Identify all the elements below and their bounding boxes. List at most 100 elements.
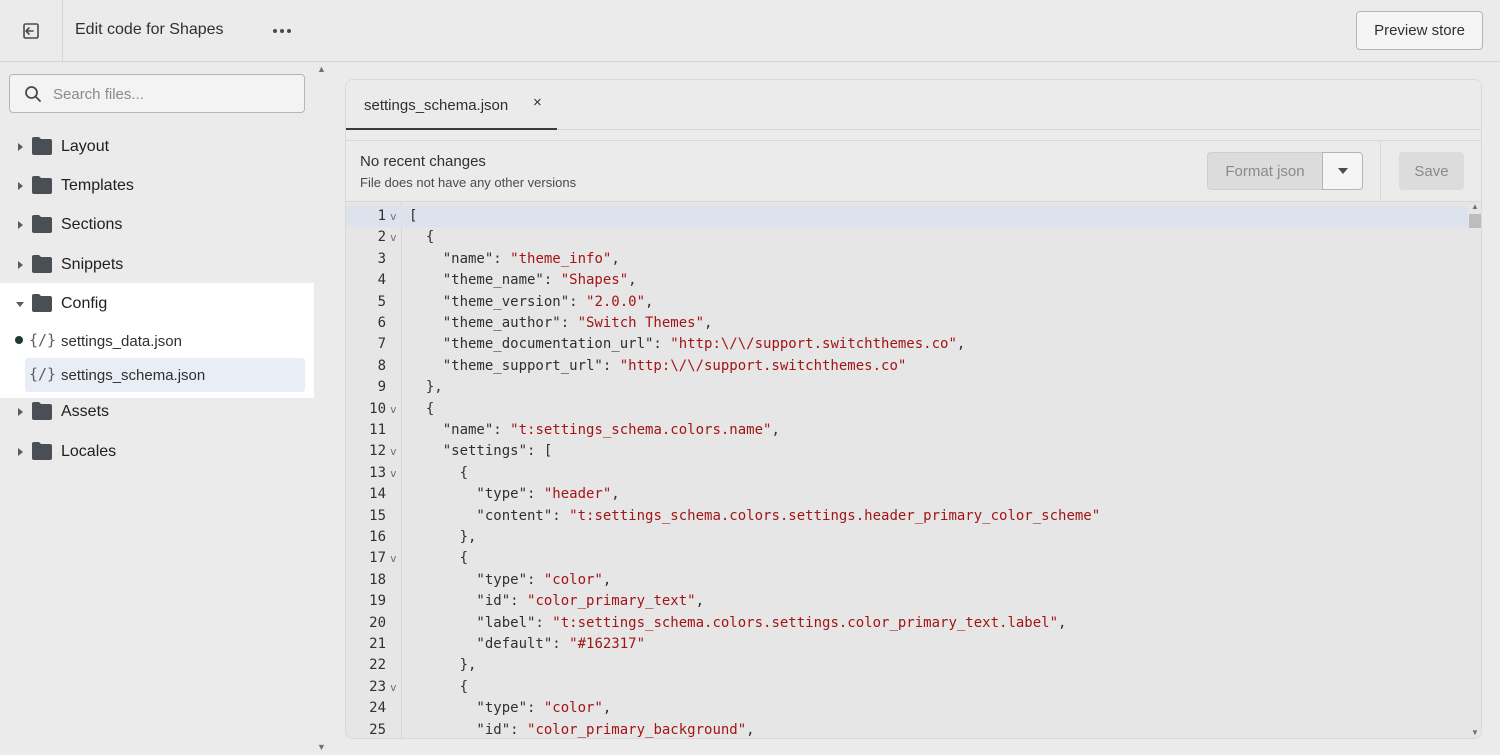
line-number: 12 (369, 443, 386, 460)
code-line[interactable]: 7 "theme_documentation_url": "http:\/\/s… (346, 334, 1468, 355)
folder-label: Config (61, 295, 108, 312)
code-line[interactable]: 8 "theme_support_url": "http:\/\/support… (346, 356, 1468, 377)
code-text: "name": "theme_info", (409, 250, 620, 267)
caret-right-icon (18, 261, 23, 269)
folder-label: Snippets (61, 256, 124, 273)
code-line[interactable]: 20 "label": "t:settings_schema.colors.se… (346, 613, 1468, 634)
version-status: File does not have any other versions (360, 175, 577, 190)
code-line[interactable]: 3 "name": "theme_info", (346, 249, 1468, 270)
folder-sections[interactable]: Sections (0, 207, 314, 243)
code-line[interactable]: 13 v { (346, 463, 1468, 484)
folder-templates[interactable]: Templates (0, 168, 314, 204)
code-line[interactable]: 24 "type": "color", (346, 698, 1468, 719)
line-number: 8 (377, 357, 386, 374)
divider (1380, 141, 1381, 203)
scroll-up-arrow-icon[interactable]: ▲ (1471, 202, 1479, 211)
file-settings-schema[interactable]: {/} settings_schema.json (25, 358, 305, 392)
folder-layout[interactable]: Layout (0, 129, 314, 165)
format-json-button[interactable]: Format json (1207, 152, 1323, 190)
code-scrollbar[interactable]: ▲ ▼ (1468, 202, 1481, 738)
code-line[interactable]: 22 }, (346, 655, 1468, 676)
fold-chevron-icon[interactable]: v (390, 206, 397, 227)
code-text: }, (409, 657, 477, 674)
code-line[interactable]: 23 v { (346, 677, 1468, 698)
code-text: "id": "color_primary_background", (409, 721, 755, 738)
code-line[interactable]: 6 "theme_author": "Switch Themes", (346, 313, 1468, 334)
fold-chevron-icon[interactable]: v (390, 677, 397, 698)
format-options-dropdown[interactable] (1322, 152, 1363, 190)
top-bar: Edit code for Shapes Preview store (0, 0, 1500, 62)
folder-label: Layout (61, 138, 110, 155)
preview-store-button[interactable]: Preview store (1356, 11, 1483, 50)
scroll-down-arrow-icon[interactable]: ▼ (317, 742, 326, 752)
scroll-down-arrow-icon[interactable]: ▼ (1471, 728, 1479, 737)
spacer (346, 130, 1481, 140)
line-number: 13 (369, 464, 386, 481)
tab-settings-schema[interactable]: settings_schema.json × (346, 80, 557, 130)
folder-snippets[interactable]: Snippets (0, 247, 314, 283)
code-line[interactable]: 5 "theme_version": "2.0.0", (346, 292, 1468, 313)
folder-icon (32, 402, 52, 420)
line-number: 25 (369, 721, 386, 738)
folder-config[interactable]: Config (0, 286, 314, 322)
line-number: 10 (369, 400, 386, 417)
folder-label: Locales (61, 443, 117, 460)
file-sidebar: Layout Templates Sections Snippets Confi… (0, 62, 314, 755)
fold-chevron-icon[interactable]: v (390, 441, 397, 462)
search-field[interactable] (9, 74, 305, 113)
line-number: 1 (377, 208, 386, 224)
file-settings-data[interactable]: {/} settings_data.json (25, 324, 305, 358)
fold-chevron-icon[interactable]: v (390, 399, 397, 420)
code-line[interactable]: 14 "type": "header", (346, 484, 1468, 505)
code-line[interactable]: 19 "id": "color_primary_text", (346, 591, 1468, 612)
code-text: { (409, 400, 435, 417)
code-text: { (409, 550, 469, 567)
scroll-thumb[interactable] (1469, 214, 1481, 228)
change-status: No recent changes (360, 153, 486, 170)
save-button[interactable]: Save (1399, 152, 1464, 190)
code-line[interactable]: 15 "content": "t:settings_schema.colors.… (346, 506, 1468, 527)
scroll-up-arrow-icon[interactable]: ▲ (317, 64, 326, 74)
fold-chevron-icon[interactable]: v (390, 227, 397, 248)
search-icon (25, 86, 41, 102)
search-input[interactable] (53, 83, 293, 105)
folder-label: Assets (61, 403, 110, 420)
code-text: "default": "#162317" (409, 636, 646, 652)
line-number: 5 (377, 293, 386, 310)
line-number: 16 (369, 529, 386, 545)
caret-right-icon (18, 143, 23, 151)
editor-panel: settings_schema.json × No recent changes… (345, 79, 1482, 739)
code-line[interactable]: 17 v { (346, 548, 1468, 569)
code-line[interactable]: 2v { (346, 227, 1468, 248)
folder-assets[interactable]: Assets (0, 394, 314, 430)
folder-icon (32, 176, 52, 194)
code-line[interactable]: 16 }, (346, 527, 1468, 548)
line-number: 24 (369, 700, 386, 717)
code-editor[interactable]: ▲ ▼ 1 v[2 v {3 "name": "theme_info", 4 "the… (346, 202, 1481, 738)
code-text: "content": "t:settings_schema.colors.set… (409, 507, 1101, 524)
code-line[interactable]: 12 v "settings": [ (346, 441, 1468, 462)
code-line[interactable]: 11 "name": "t:settings_schema.colors.nam… (346, 420, 1468, 441)
fold-chevron-icon[interactable]: v (390, 548, 397, 569)
tab-bar: settings_schema.json × (346, 80, 1481, 130)
code-line[interactable]: 9 }, (346, 377, 1468, 398)
config-folder-group: Config {/} settings_data.json {/} settin… (0, 283, 314, 398)
code-line[interactable]: 21 "default": "#162317" (346, 634, 1468, 655)
line-number: 3 (377, 250, 386, 267)
close-tab-icon[interactable]: × (533, 94, 542, 111)
file-info-bar: No recent changes File does not have any… (346, 140, 1481, 203)
exit-button[interactable] (0, 0, 63, 62)
code-line[interactable]: 25 "id": "color_primary_background", (346, 720, 1468, 738)
fold-chevron-icon[interactable]: v (390, 463, 397, 484)
modified-indicator (15, 336, 23, 344)
sidebar-scrollbar[interactable]: ▲ ▼ (314, 62, 328, 755)
code-line[interactable]: 18 "type": "color", (346, 570, 1468, 591)
code-line[interactable]: 4 "theme_name": "Shapes", (346, 270, 1468, 291)
more-actions-button[interactable] (266, 18, 298, 44)
folder-locales[interactable]: Locales (0, 434, 314, 470)
code-line[interactable]: 10 v { (346, 399, 1468, 420)
folder-label: Templates (61, 177, 134, 194)
code-text: "id": "color_primary_text", (409, 593, 705, 610)
code-text: [ (409, 208, 418, 224)
code-line[interactable]: 1 v [ (346, 206, 1468, 228)
